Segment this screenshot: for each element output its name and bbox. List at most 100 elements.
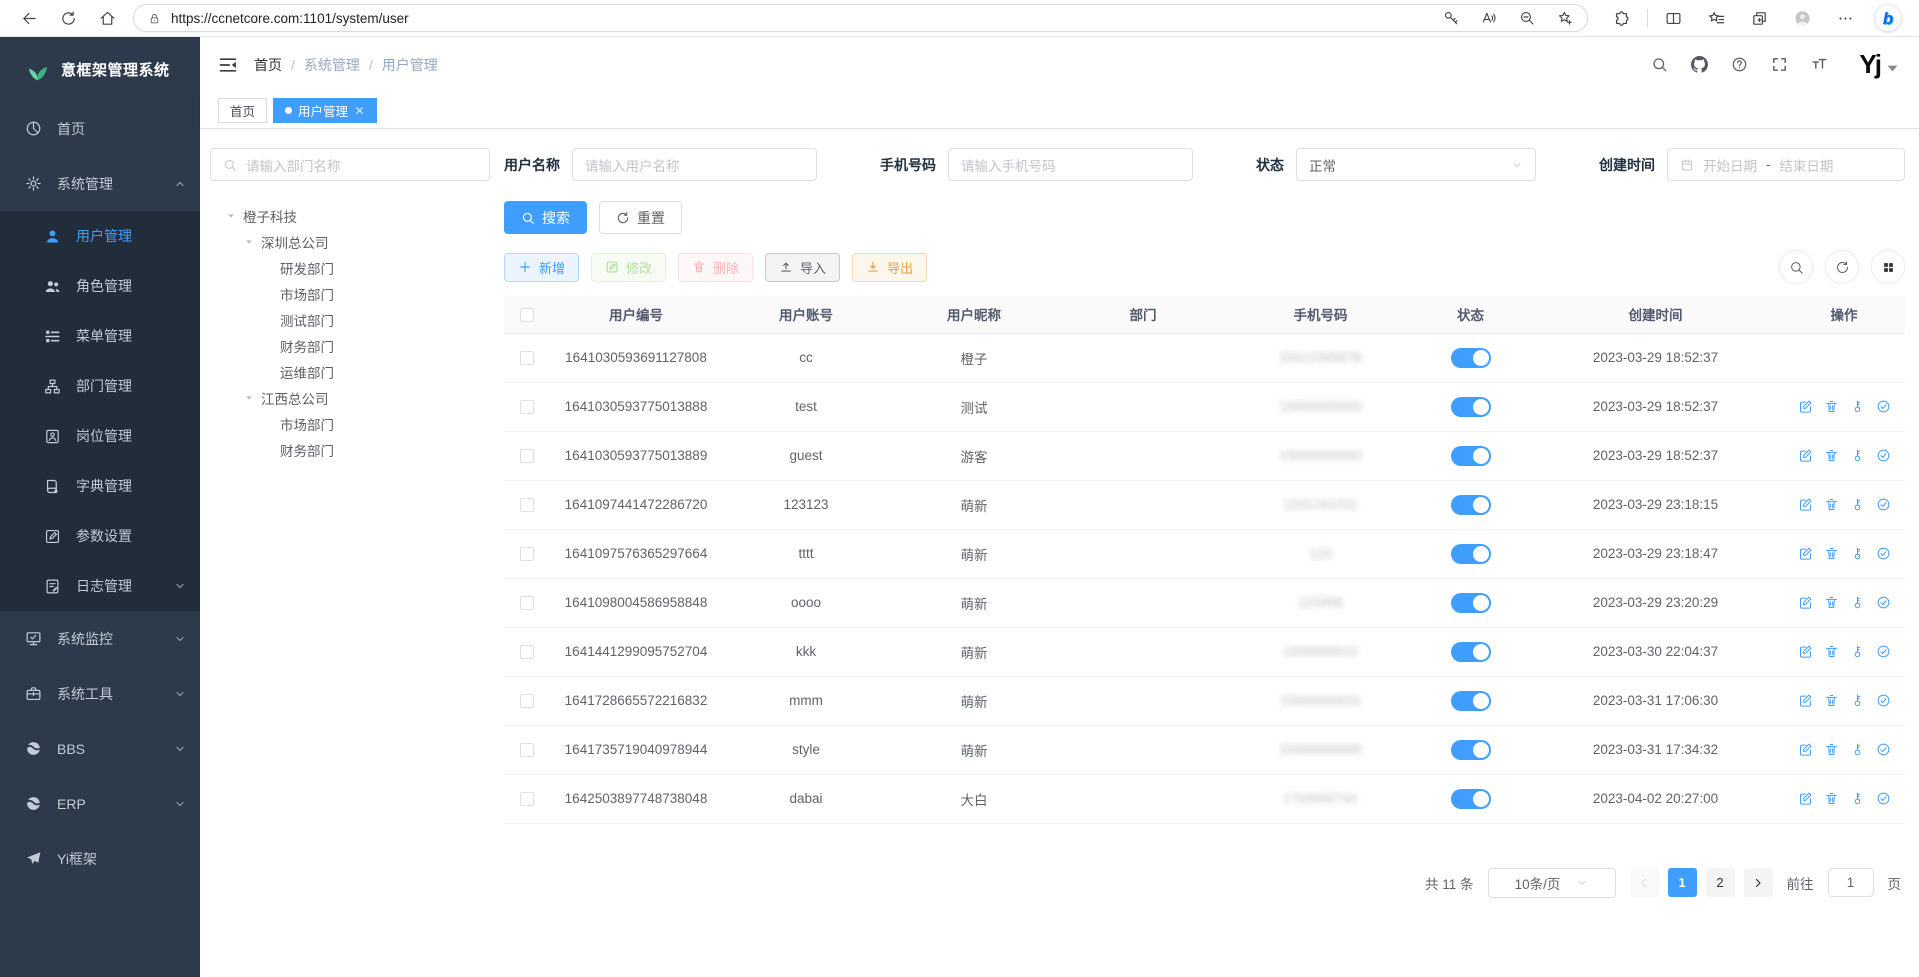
fullscreen-icon[interactable] — [1771, 56, 1788, 73]
home-icon[interactable] — [99, 10, 116, 27]
modify-button[interactable]: 修改 — [591, 253, 666, 282]
page-button-2[interactable]: 2 — [1706, 868, 1735, 897]
breadcrumb-item[interactable]: 系统管理 — [304, 55, 360, 75]
tab-0[interactable]: 首页 — [218, 98, 267, 123]
dept-search-input[interactable]: 请输入部门名称 — [210, 148, 490, 181]
search-tool-button[interactable] — [1779, 250, 1813, 284]
sidebar-item-0[interactable]: 首页 — [0, 101, 200, 156]
status-toggle[interactable] — [1451, 495, 1491, 515]
collections-icon[interactable] — [1751, 10, 1768, 27]
reset-password-icon[interactable] — [1850, 448, 1865, 463]
help-icon[interactable] — [1731, 56, 1748, 73]
row-checkbox[interactable] — [520, 351, 534, 365]
reset-button[interactable]: 重置 — [599, 201, 682, 234]
page-button-1[interactable]: 1 — [1668, 868, 1697, 897]
row-checkbox[interactable] — [520, 645, 534, 659]
prev-page-button[interactable] — [1630, 868, 1659, 897]
row-checkbox[interactable] — [520, 400, 534, 414]
password-key-icon[interactable] — [1443, 10, 1459, 26]
refresh-tool-button[interactable] — [1825, 250, 1859, 284]
username-input[interactable]: 请输入用户名称 — [572, 148, 817, 181]
status-toggle[interactable] — [1451, 789, 1491, 809]
assign-role-icon[interactable] — [1876, 693, 1891, 708]
sidebar-item-14[interactable]: Yi框架 — [0, 831, 200, 886]
reset-password-icon[interactable] — [1850, 693, 1865, 708]
delete-icon[interactable] — [1824, 742, 1839, 757]
sidebar-item-3[interactable]: 角色管理 — [0, 261, 200, 311]
breadcrumb-item[interactable]: 用户管理 — [382, 55, 438, 75]
edit-icon[interactable] — [1798, 448, 1813, 463]
favorites-icon[interactable] — [1708, 10, 1725, 27]
status-toggle[interactable] — [1451, 397, 1491, 417]
edit-icon[interactable] — [1798, 546, 1813, 561]
add-favorite-icon[interactable] — [1557, 10, 1573, 26]
tree-node[interactable]: 市场部门 — [210, 411, 490, 437]
edit-icon[interactable] — [1798, 644, 1813, 659]
reset-password-icon[interactable] — [1850, 742, 1865, 757]
extensions-icon[interactable] — [1613, 10, 1630, 27]
row-checkbox[interactable] — [520, 449, 534, 463]
sidebar-item-5[interactable]: 部门管理 — [0, 361, 200, 411]
edit-icon[interactable] — [1798, 742, 1813, 757]
assign-role-icon[interactable] — [1876, 546, 1891, 561]
refresh-icon[interactable] — [60, 10, 77, 27]
import-button[interactable]: 导入 — [765, 253, 840, 282]
copilot-icon[interactable]: b — [1875, 5, 1901, 31]
export-button[interactable]: 导出 — [852, 253, 927, 282]
zoom-out-icon[interactable] — [1519, 10, 1535, 26]
address-bar[interactable]: https://ccnetcore.com:1101/system/user — [133, 4, 1588, 32]
delete-icon[interactable] — [1824, 693, 1839, 708]
font-size-icon[interactable] — [1811, 56, 1828, 73]
status-toggle[interactable] — [1451, 446, 1491, 466]
sidebar-item-8[interactable]: 参数设置 — [0, 511, 200, 561]
tree-node[interactable]: 市场部门 — [210, 281, 490, 307]
row-checkbox[interactable] — [520, 743, 534, 757]
reset-password-icon[interactable] — [1850, 546, 1865, 561]
status-toggle[interactable] — [1451, 642, 1491, 662]
date-range-input[interactable]: 开始日期 - 结束日期 — [1667, 148, 1905, 181]
tree-node[interactable]: 财务部门 — [210, 333, 490, 359]
delete-icon[interactable] — [1824, 791, 1839, 806]
status-toggle[interactable] — [1451, 593, 1491, 613]
tree-node[interactable]: 深圳总公司 — [210, 229, 490, 255]
assign-role-icon[interactable] — [1876, 399, 1891, 414]
edit-icon[interactable] — [1798, 497, 1813, 512]
goto-page-input[interactable]: 1 — [1828, 868, 1874, 897]
sidebar-item-1[interactable]: 系统管理 — [0, 156, 200, 211]
reset-password-icon[interactable] — [1850, 644, 1865, 659]
delete-icon[interactable] — [1824, 448, 1839, 463]
tab-1[interactable]: 用户管理 — [273, 98, 377, 123]
row-checkbox[interactable] — [520, 547, 534, 561]
sidebar-item-12[interactable]: BBS — [0, 721, 200, 776]
assign-role-icon[interactable] — [1876, 497, 1891, 512]
delete-icon[interactable] — [1824, 399, 1839, 414]
sidebar-item-6[interactable]: 岗位管理 — [0, 411, 200, 461]
delete-icon[interactable] — [1824, 595, 1839, 610]
phone-input[interactable]: 请输入手机号码 — [948, 148, 1193, 181]
sidebar-item-2[interactable]: 用户管理 — [0, 211, 200, 261]
search-button[interactable]: 搜索 — [504, 201, 587, 234]
row-checkbox[interactable] — [520, 596, 534, 610]
status-select[interactable]: 正常 — [1296, 148, 1536, 181]
tree-node[interactable]: 财务部门 — [210, 437, 490, 463]
profile-avatar-icon[interactable] — [1794, 10, 1811, 27]
github-icon[interactable] — [1691, 56, 1708, 73]
delete-icon[interactable] — [1824, 497, 1839, 512]
sidebar-item-10[interactable]: 系统监控 — [0, 611, 200, 666]
status-toggle[interactable] — [1451, 348, 1491, 368]
select-all-checkbox[interactable] — [520, 308, 534, 322]
row-checkbox[interactable] — [520, 694, 534, 708]
edit-icon[interactable] — [1798, 791, 1813, 806]
delete-button[interactable]: 删除 — [678, 253, 753, 282]
reset-password-icon[interactable] — [1850, 497, 1865, 512]
sidebar-item-4[interactable]: 菜单管理 — [0, 311, 200, 361]
row-checkbox[interactable] — [520, 792, 534, 806]
breadcrumb-item[interactable]: 首页 — [254, 55, 282, 75]
assign-role-icon[interactable] — [1876, 791, 1891, 806]
sidebar-item-13[interactable]: ERP — [0, 776, 200, 831]
edit-icon[interactable] — [1798, 693, 1813, 708]
edit-icon[interactable] — [1798, 399, 1813, 414]
reset-password-icon[interactable] — [1850, 399, 1865, 414]
tree-node[interactable]: 运维部门 — [210, 359, 490, 385]
next-page-button[interactable] — [1744, 868, 1773, 897]
